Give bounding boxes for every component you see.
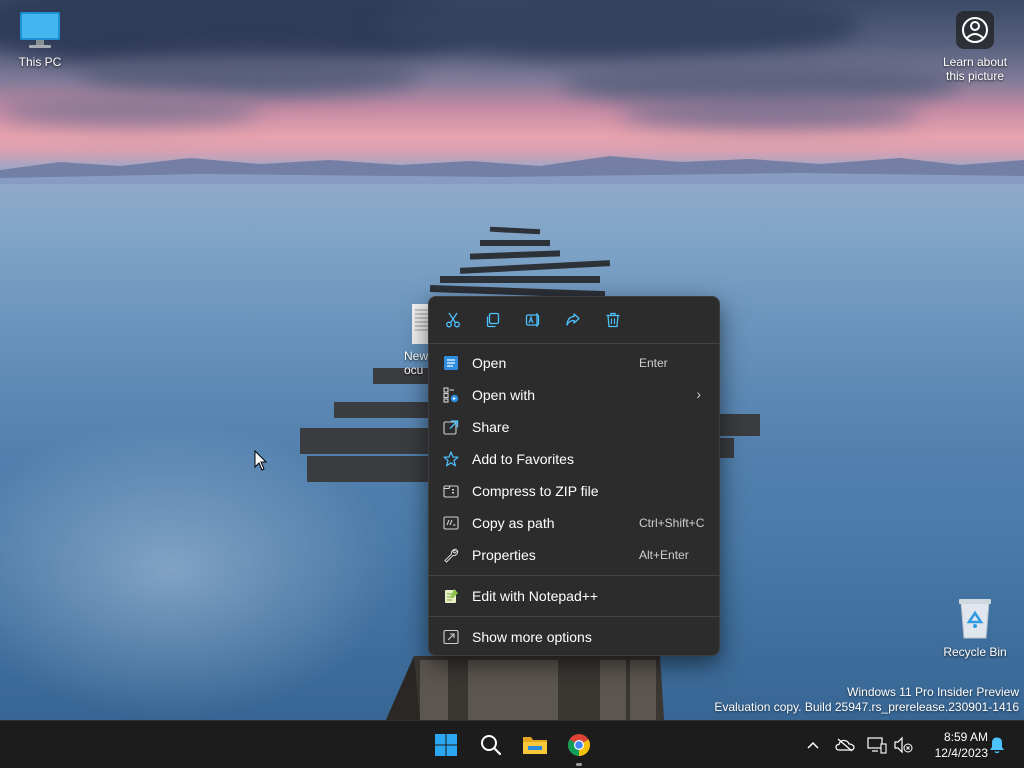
document-icon bbox=[444, 356, 458, 370]
file-explorer-button[interactable] bbox=[518, 729, 552, 761]
quick-actions-bar bbox=[429, 297, 719, 343]
chevron-up-icon bbox=[807, 741, 819, 749]
menu-item-label: Properties bbox=[472, 547, 536, 563]
windows-start-icon bbox=[435, 734, 457, 756]
menu-item-shortcut: Ctrl+Shift+C bbox=[639, 516, 705, 530]
menu-item-open[interactable]: Open Enter bbox=[435, 347, 715, 379]
clock-date: 12/4/2023 bbox=[934, 746, 988, 760]
menu-item-label: Open with bbox=[472, 387, 536, 403]
menu-item-shortcut: Enter bbox=[639, 356, 668, 370]
network-button[interactable] bbox=[866, 735, 888, 755]
trash-icon bbox=[606, 312, 620, 328]
chrome-button[interactable] bbox=[562, 729, 596, 761]
monitor-icon bbox=[20, 12, 60, 48]
learn-about-picture-shortcut[interactable]: Learn about this picture bbox=[935, 10, 1015, 83]
start-button[interactable] bbox=[429, 729, 463, 761]
taskbar: 8:59 AM 12/4/2023 bbox=[0, 720, 1024, 768]
search-icon bbox=[481, 735, 502, 756]
menu-item-label: Edit with Notepad++ bbox=[472, 588, 599, 604]
menu-item-properties[interactable]: Properties Alt+Enter bbox=[435, 539, 715, 571]
rename-icon bbox=[525, 313, 540, 327]
show-hidden-icons-button[interactable] bbox=[802, 735, 824, 755]
spotlight-icon bbox=[956, 11, 994, 49]
menu-item-add-to-favorites[interactable]: Add to Favorites bbox=[435, 443, 715, 475]
menu-item-label: Show more options bbox=[472, 629, 592, 645]
rename-button[interactable] bbox=[520, 308, 546, 332]
system-clock[interactable]: 8:59 AM 12/4/2023 bbox=[918, 729, 988, 761]
menu-item-label: Compress to ZIP file bbox=[472, 483, 599, 499]
cut-button[interactable] bbox=[440, 308, 466, 332]
onedrive-button[interactable] bbox=[834, 735, 856, 755]
running-app-indicator bbox=[576, 763, 582, 766]
network-icon bbox=[867, 737, 887, 754]
menu-item-label: Copy as path bbox=[472, 515, 555, 531]
menu-separator bbox=[429, 616, 719, 617]
file-context-menu: Open Enter Open with › Share Add to Favo… bbox=[428, 296, 720, 656]
copy-icon bbox=[486, 312, 500, 328]
menu-separator bbox=[429, 575, 719, 576]
menu-separator bbox=[429, 343, 719, 344]
more-options-icon bbox=[443, 629, 459, 645]
mouse-cursor-icon bbox=[254, 450, 268, 471]
copy-path-icon bbox=[443, 516, 459, 530]
recycle-bin-label: Recycle Bin bbox=[943, 645, 1007, 659]
chevron-right-icon: › bbox=[696, 386, 701, 402]
menu-item-label: Share bbox=[472, 419, 510, 435]
notifications-button[interactable] bbox=[986, 735, 1008, 755]
share-quick-button[interactable] bbox=[560, 308, 586, 332]
share-icon bbox=[566, 313, 580, 326]
wrench-icon bbox=[444, 548, 459, 563]
menu-item-shortcut: Alt+Enter bbox=[639, 548, 689, 562]
menu-item-open-with[interactable]: Open with › bbox=[435, 379, 715, 411]
watermark-line-1: Windows 11 Pro Insider Preview bbox=[847, 685, 1019, 699]
menu-item-share[interactable]: Share bbox=[435, 411, 715, 443]
zip-icon bbox=[443, 485, 459, 498]
delete-button[interactable] bbox=[600, 308, 626, 332]
this-pc-label: This PC bbox=[18, 55, 62, 69]
recycle-bin-icon bbox=[959, 599, 991, 639]
share-icon bbox=[443, 420, 459, 435]
copy-button[interactable] bbox=[480, 308, 506, 332]
notification-bell-icon bbox=[990, 737, 1004, 754]
evaluation-watermark: Windows 11 Pro Insider Preview Evaluatio… bbox=[714, 685, 1019, 715]
volume-button[interactable] bbox=[892, 735, 914, 755]
onedrive-icon bbox=[835, 738, 855, 752]
chrome-icon bbox=[568, 734, 590, 756]
recycle-bin-shortcut[interactable]: Recycle Bin bbox=[935, 596, 1015, 659]
menu-item-edit-notepadpp[interactable]: Edit with Notepad++ bbox=[435, 580, 715, 612]
star-icon bbox=[443, 451, 459, 467]
open-with-icon bbox=[443, 387, 459, 403]
learn-about-label: Learn about this picture bbox=[942, 55, 1008, 83]
menu-item-compress-zip[interactable]: Compress to ZIP file bbox=[435, 475, 715, 507]
notepadpp-icon bbox=[445, 589, 458, 603]
clock-time: 8:59 AM bbox=[943, 730, 988, 744]
search-button[interactable] bbox=[474, 729, 508, 761]
watermark-line-2: Evaluation copy. Build 25947.rs_prerelea… bbox=[714, 700, 1019, 714]
menu-item-copy-as-path[interactable]: Copy as path Ctrl+Shift+C bbox=[435, 507, 715, 539]
scissors-icon bbox=[446, 312, 460, 328]
volume-muted-icon bbox=[894, 736, 913, 754]
menu-item-label: Open bbox=[472, 355, 507, 371]
menu-item-show-more-options[interactable]: Show more options bbox=[435, 621, 715, 653]
file-explorer-icon bbox=[523, 737, 547, 754]
menu-item-label: Add to Favorites bbox=[472, 451, 574, 467]
this-pc-shortcut[interactable]: This PC bbox=[0, 10, 80, 69]
